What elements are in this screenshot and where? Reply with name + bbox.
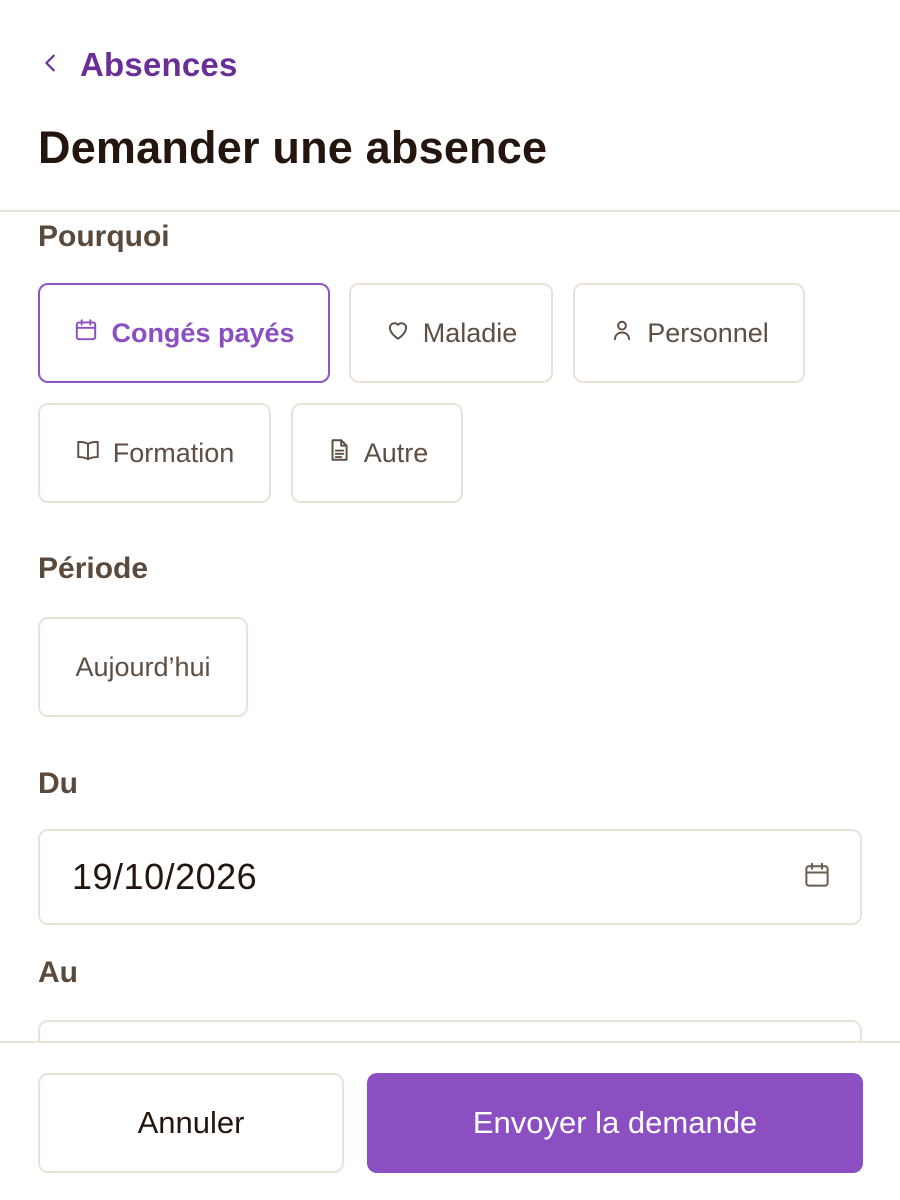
reason-option-label: Maladie (422, 317, 518, 348)
document-icon (326, 437, 352, 470)
user-icon (609, 317, 635, 350)
reason-option-autre[interactable]: Autre (291, 403, 463, 503)
book-icon (75, 437, 101, 470)
submit-request-button[interactable]: Envoyer la demande (367, 1073, 863, 1173)
reason-option-maladie[interactable]: Maladie (349, 283, 553, 383)
reason-option-label: Congés payés (111, 317, 295, 348)
from-date-field[interactable]: 19/10/2026 (38, 829, 862, 925)
to-date-label: Au (38, 956, 78, 989)
calendar-icon[interactable] (802, 860, 832, 895)
cancel-button[interactable]: Annuler (38, 1073, 344, 1173)
reason-option-personnel[interactable]: Personnel (573, 283, 805, 383)
from-date-label: Du (38, 767, 78, 800)
period-today-button[interactable]: Aujourd’hui (38, 617, 248, 717)
chevron-left-icon (40, 52, 62, 79)
page-title: Demander une absence (38, 122, 548, 173)
reason-section-label: Pourquoi (38, 220, 170, 253)
header-divider (0, 210, 900, 212)
reason-option-label: Formation (112, 437, 235, 468)
from-date-value: 19/10/2026 (72, 856, 258, 897)
back-link[interactable]: Absences (40, 46, 238, 84)
calendar-icon (73, 317, 99, 350)
reason-option-label: Personnel (647, 317, 769, 348)
heart-icon (385, 317, 411, 350)
absence-request-page: Absences Demander une absence Pourquoi C… (0, 0, 900, 1200)
form-footer: Annuler Envoyer la demande (0, 1041, 900, 1200)
reason-option-conges-payes[interactable]: Congés payés (38, 283, 330, 383)
reason-option-formation[interactable]: Formation (38, 403, 271, 503)
period-section-label: Période (38, 552, 149, 585)
period-today-label: Aujourd’hui (75, 651, 211, 682)
reason-option-label: Autre (363, 437, 429, 468)
back-link-label: Absences (80, 46, 238, 83)
